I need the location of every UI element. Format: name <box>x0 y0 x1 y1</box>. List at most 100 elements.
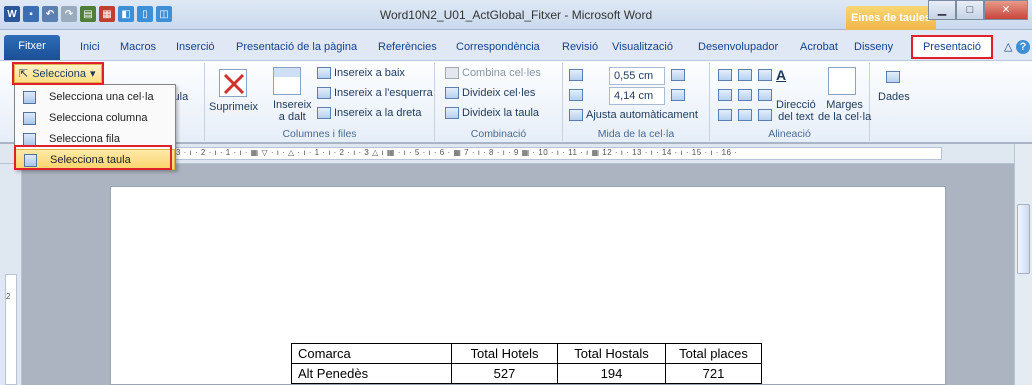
align-top-center-icon[interactable] <box>738 69 752 81</box>
insereix-dalt-button[interactable]: Insereix a dalt <box>273 99 312 123</box>
document-page[interactable]: Comarca Total Hotels Total Hostals Total… <box>110 186 946 385</box>
column-width-field[interactable]: 4,14 cm <box>609 87 665 105</box>
tab-inici[interactable]: Inici <box>76 36 104 58</box>
insert-above-icon <box>273 67 301 95</box>
marges-label-1: Marges <box>826 99 863 111</box>
row-height-field[interactable]: 0,55 cm <box>609 67 665 85</box>
menu-item-selecciona-taula[interactable]: Selecciona taula <box>15 149 175 170</box>
vruler-area <box>5 274 17 385</box>
insereix-dreta-label: Insereix a la dreta <box>334 107 422 119</box>
table-header-cell[interactable]: Total Hotels <box>451 343 558 364</box>
tab-presentacio[interactable]: Presentació <box>911 35 993 59</box>
direccio-text-button[interactable]: Direcció del text <box>776 99 816 123</box>
split-cells-icon <box>445 87 459 99</box>
group-label-mida: Mida de la cel·la <box>597 128 675 140</box>
insereix-esquerra-label: Insereix a l'esquerra <box>334 87 433 99</box>
direccio-label-1: Direcció <box>776 99 816 111</box>
menu-item-label: Selecciona columna <box>49 112 148 124</box>
divideix-taula-button[interactable]: Divideix la taula <box>445 107 539 119</box>
help-icon[interactable]: ? <box>1016 40 1030 54</box>
ajusta-button[interactable]: Ajusta automàticament <box>569 109 698 121</box>
tab-presentacio-pagina[interactable]: Presentació de la pàgina <box>232 36 361 58</box>
vertical-scrollbar[interactable] <box>1014 144 1032 385</box>
group-mida-cella: 0,55 cm 4,14 cm Ajusta automàticament Mi… <box>563 63 710 141</box>
ruler-ticks: 3 · ı · 2 · ı · 1 · ı · ▦ ▽ · ı · △ · ı … <box>176 148 738 157</box>
menu-item-selecciona-columna[interactable]: Selecciona columna <box>15 108 175 129</box>
tab-referencies[interactable]: Referències <box>374 36 441 58</box>
title-bar: W ▪ ↶ ↷ ▤ ▦ ◧ ▯ ◫ Word10N2_U01_ActGlobal_Fitxer … <box>0 0 1032 30</box>
delete-table-icon <box>219 69 247 97</box>
distribute-columns-icon[interactable] <box>671 89 685 101</box>
menu-item-selecciona-fila[interactable]: Selecciona fila <box>15 129 175 150</box>
selecciona-dropdown-menu: Selecciona una cel·la Selecciona columna… <box>14 84 176 170</box>
group-label-alineacio: Alineació <box>768 128 811 140</box>
minimize-button[interactable]: ▁ <box>928 0 956 20</box>
align-bottom-center-icon[interactable] <box>738 109 752 121</box>
tab-disseny[interactable]: Disseny <box>850 36 897 58</box>
split-table-icon <box>445 107 459 119</box>
row-height-icon <box>569 69 583 81</box>
align-middle-right-icon[interactable] <box>758 89 772 101</box>
table-cell[interactable]: 527 <box>451 363 558 384</box>
tab-correspondencia[interactable]: Correspondència <box>452 36 544 58</box>
align-middle-left-icon[interactable] <box>718 89 732 101</box>
align-top-left-icon[interactable] <box>718 69 732 81</box>
ribbon-tabs: Fitxer Inici Macros Inserció Presentació… <box>0 30 1032 60</box>
text-direction-icon: A <box>776 67 787 83</box>
marges-button[interactable]: Marges de la cel·la <box>818 99 871 123</box>
table-header-row: Comarca Total Hotels Total Hostals Total… <box>291 343 762 364</box>
merge-cells-icon <box>445 67 459 79</box>
divideix-celles-button[interactable]: Divideix cel·les <box>445 87 535 99</box>
data-icon <box>886 71 900 83</box>
ajusta-label: Ajusta automàticament <box>586 109 698 121</box>
vertical-ruler[interactable]: 2 <box>0 164 22 385</box>
tab-file[interactable]: Fitxer <box>4 35 60 60</box>
distribute-rows-icon[interactable] <box>671 69 685 81</box>
align-top-right-icon[interactable] <box>758 69 772 81</box>
align-middle-center-icon[interactable] <box>738 89 752 101</box>
insereix-esquerra-button[interactable]: Insereix a l'esquerra <box>317 87 433 99</box>
minimize-ribbon-icon[interactable]: △ <box>1000 36 1016 58</box>
combina-button[interactable]: Combina cel·les <box>445 67 541 79</box>
tab-acrobat[interactable]: Acrobat <box>796 36 842 58</box>
table-cell[interactable]: 194 <box>557 363 666 384</box>
insereix-dreta-button[interactable]: Insereix a la dreta <box>317 107 421 119</box>
table-header-cell[interactable]: Total places <box>665 343 762 364</box>
divideix-celles-label: Divideix cel·les <box>462 87 536 99</box>
maximize-button[interactable]: □ <box>956 0 984 20</box>
tab-macros[interactable]: Macros <box>116 36 160 58</box>
data-table[interactable]: Comarca Total Hotels Total Hostals Total… <box>291 343 762 384</box>
selecciona-button[interactable]: ⇱ Selecciona ▾ <box>14 64 102 83</box>
select-row-icon <box>23 133 36 146</box>
direccio-label-2: del text <box>778 111 814 123</box>
suprimeix-button[interactable]: Suprimeix <box>209 101 258 113</box>
tab-desenvolupador[interactable]: Desenvolupador <box>694 36 782 58</box>
chevron-down-icon: ▾ <box>90 68 96 80</box>
menu-item-selecciona-cella[interactable]: Selecciona una cel·la <box>15 87 175 108</box>
scrollbar-thumb[interactable] <box>1017 204 1030 274</box>
vruler-ticks: 2 <box>6 292 11 301</box>
table-cell[interactable]: 721 <box>665 363 762 384</box>
tab-revisio[interactable]: Revisió <box>558 36 602 58</box>
divideix-taula-label: Divideix la taula <box>462 107 540 119</box>
group-label-columnes-files: Columnes i files <box>282 128 357 140</box>
menu-item-label: Selecciona fila <box>49 133 120 145</box>
table-header-cell[interactable]: Total Hostals <box>557 343 666 364</box>
window-controls: ▁ □ ✕ <box>928 0 1028 20</box>
align-bottom-left-icon[interactable] <box>718 109 732 121</box>
menu-item-label: Selecciona una cel·la <box>49 91 154 103</box>
insert-right-icon <box>317 107 331 119</box>
align-bottom-right-icon[interactable] <box>758 109 772 121</box>
insereix-baix-button[interactable]: Insereix a baix <box>317 67 405 79</box>
table-cell[interactable]: Alt Penedès <box>291 363 452 384</box>
select-column-icon <box>23 112 36 125</box>
insereix-dalt-label-2: a dalt <box>278 111 306 123</box>
close-button[interactable]: ✕ <box>984 0 1028 20</box>
dades-button[interactable]: Dades <box>878 91 910 103</box>
tab-visualitzacio[interactable]: Visualització <box>608 36 677 58</box>
group-dades: Dades <box>870 63 918 141</box>
table-row: Alt Penedès 527 194 721 <box>291 363 762 384</box>
table-header-cell[interactable]: Comarca <box>291 343 452 364</box>
tab-insercio[interactable]: Inserció <box>172 36 219 58</box>
column-width-icon <box>569 89 583 101</box>
